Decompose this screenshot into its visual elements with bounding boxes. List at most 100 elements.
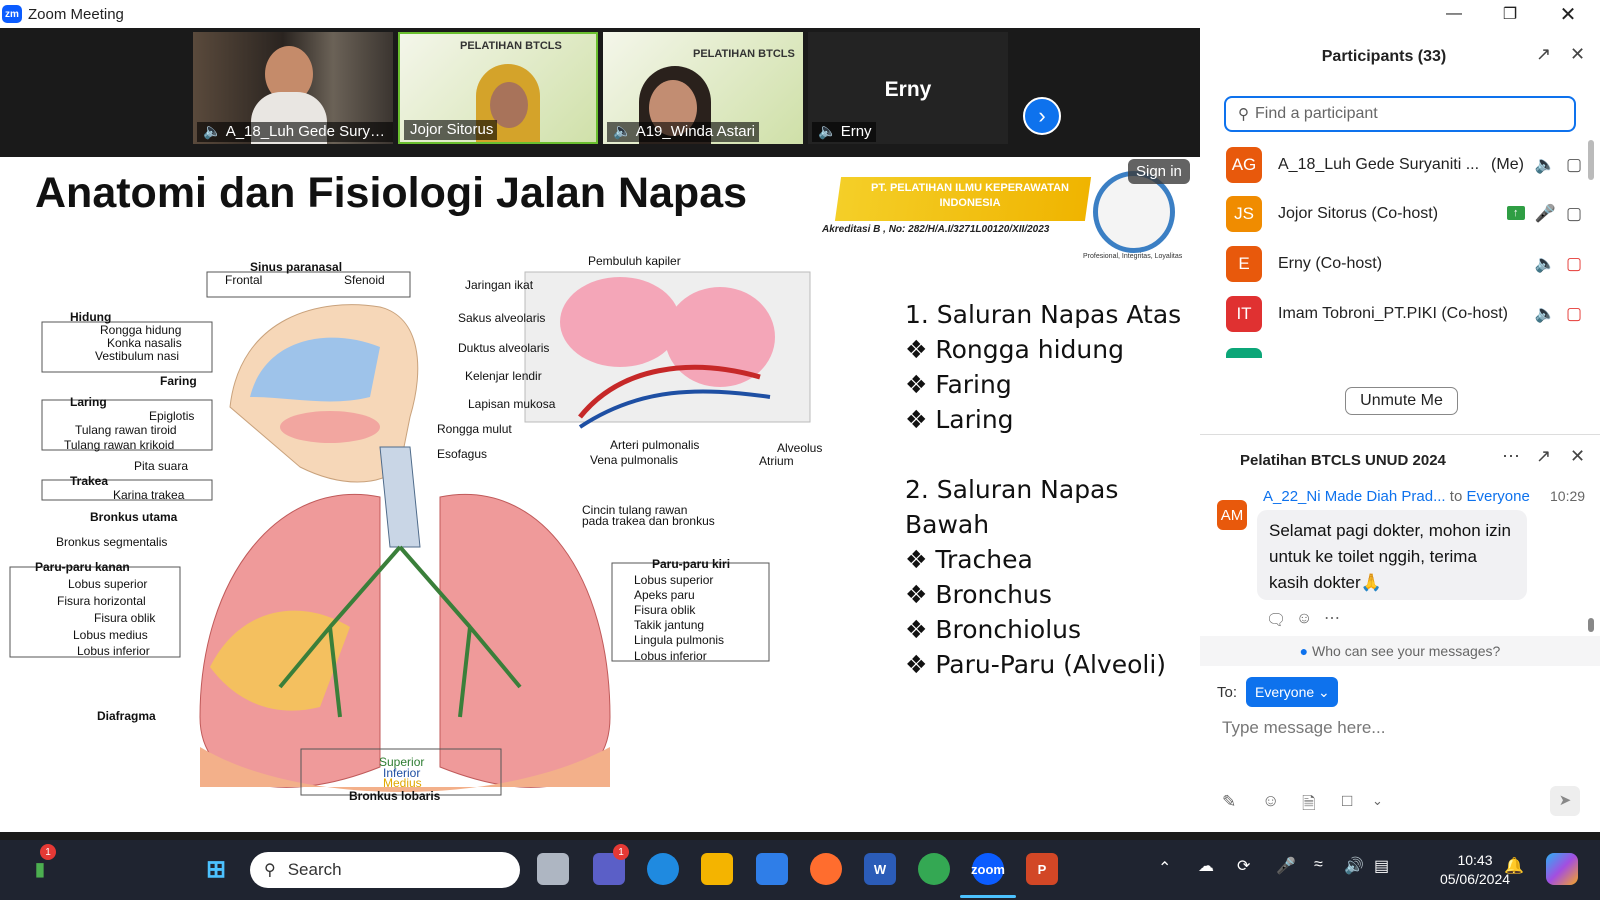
background-text: PELATIHAN BTCLS (693, 48, 795, 60)
file-explorer-icon[interactable] (701, 853, 733, 885)
chevron-down-icon: ⌄ (1318, 684, 1330, 700)
avatar: IT (1226, 296, 1262, 332)
muted-mic-icon: 🔈 (818, 123, 837, 140)
search-placeholder: Find a participant (1255, 105, 1378, 122)
send-icon[interactable]: ➤ (1550, 786, 1580, 816)
mail-icon[interactable] (756, 853, 788, 885)
notification-badge: 1 (613, 844, 629, 860)
diagram-label: Vestibulum nasi (95, 349, 180, 363)
edge-icon[interactable] (647, 853, 679, 885)
firefox-icon[interactable] (810, 853, 842, 885)
camera-icon: ▢ (1565, 155, 1582, 174)
diagram-label: Sfenoid (344, 273, 385, 287)
taskbar-search-label: Search (287, 860, 342, 879)
diagram-label: Konka nasalis (107, 336, 182, 350)
diagram-label: Pembuluh kapiler (588, 254, 681, 268)
close-chat-icon[interactable]: ✕ (1570, 446, 1585, 467)
zoom-logo-icon: zm (2, 5, 22, 23)
video-tile[interactable]: Erny 🔈 Erny (808, 32, 1008, 144)
add-reaction-icon[interactable]: ☺ (1296, 610, 1312, 628)
microphone-icon[interactable]: 🎤 (1276, 856, 1296, 876)
video-name-label: 🔈 Erny (812, 122, 876, 142)
diagram-label: Pita suara (134, 459, 189, 473)
participant-row[interactable]: E Erny (Co-host) 🔈 ▢ (1226, 244, 1582, 284)
diagram-label: Lapisan mukosa (468, 397, 556, 411)
participant-name: Erny (Co-host) (1278, 255, 1383, 272)
video-name-text: Jojor Sitorus (410, 121, 494, 138)
video-name-label: Jojor Sitorus (404, 120, 498, 140)
video-tile[interactable]: PELATIHAN BTCLS Jojor Sitorus (398, 32, 598, 144)
diagram-label: Bronkus utama (90, 510, 178, 524)
divider (1200, 434, 1600, 435)
popout-chat-icon[interactable]: ↗ (1536, 446, 1551, 467)
visibility-link[interactable]: ● Who can see your messages? (1200, 636, 1600, 666)
wifi-icon[interactable]: ≈ (1314, 856, 1323, 874)
participants-scrollbar[interactable] (1588, 140, 1594, 180)
next-page-button[interactable]: › (1023, 97, 1061, 135)
sign-in-button[interactable]: Sign in (1128, 159, 1190, 184)
file-icon[interactable]: 🗎 (1302, 791, 1316, 820)
battery-icon[interactable]: ▤ (1374, 856, 1389, 876)
chat-sender[interactable]: A_22_Ni Made Diah Prad... (1263, 488, 1446, 505)
diagram-label: Alveolus (777, 441, 823, 455)
chat-time: 10:29 (1550, 488, 1586, 504)
diagram-label: Duktus alveolaris (458, 341, 550, 355)
video-name-label: 🔈 A_18_Luh Gede Suryan... (197, 122, 393, 142)
sync-icon[interactable]: ⟳ (1237, 856, 1250, 876)
message-input[interactable]: Type message here... (1222, 718, 1385, 738)
powerpoint-icon[interactable]: P (1026, 853, 1058, 885)
active-app-indicator (960, 895, 1016, 898)
camera-off-icon: ▢ (1565, 304, 1582, 323)
windows-start-icon[interactable]: ⊞ (200, 853, 232, 885)
recipient-dropdown[interactable]: Everyone ⌄ (1246, 677, 1338, 707)
chat-recipient[interactable]: Everyone (1466, 488, 1529, 505)
screenshot-icon[interactable]: □ (1342, 791, 1352, 811)
participant-row[interactable]: AG A_18_Luh Gede Suryaniti ... (Me) 🔈 ▢ (1226, 145, 1582, 185)
chat-message: Selamat pagi dokter, mohon izin untuk ke… (1257, 510, 1527, 600)
side-panel: Participants (33) ↗ ✕ ⚲ Find a participa… (1200, 28, 1600, 832)
minimize-button[interactable]: — (1426, 0, 1482, 28)
more-options-icon[interactable]: ⋯ (1502, 446, 1520, 467)
format-icon[interactable]: ✎ (1222, 792, 1236, 812)
more-icon[interactable]: ⋯ (1324, 608, 1340, 628)
task-view-icon[interactable] (537, 853, 569, 885)
notification-bell-icon[interactable]: 🔔 (1504, 856, 1524, 876)
diagram-label: Jaringan ikat (465, 278, 534, 292)
close-participants-icon[interactable]: ✕ (1570, 44, 1585, 65)
diagram-label: Karina trakea (113, 488, 185, 502)
video-name-label: 🔈 A19_Winda Astari (607, 122, 759, 142)
diagram-label: Arteri pulmonalis (610, 438, 700, 452)
participant-row[interactable]: IT Imam Tobroni_PT.PIKI (Co-host) 🔈 ▢ (1226, 294, 1582, 334)
popout-icon[interactable]: ↗ (1536, 44, 1551, 65)
cloud-icon[interactable]: ☁ (1198, 856, 1214, 876)
chat-sender-line: A_22_Ni Made Diah Prad... to Everyone (1263, 488, 1530, 505)
reply-icon[interactable]: 🗨 (1266, 610, 1286, 630)
restore-button[interactable]: ❐ (1482, 0, 1538, 28)
diagram-label: Faring (160, 374, 197, 388)
video-tile[interactable]: 🔈 A_18_Luh Gede Suryan... (193, 32, 393, 144)
chevron-down-icon[interactable]: ⌄ (1372, 793, 1383, 809)
zoom-taskbar-icon[interactable]: zoom (971, 853, 1005, 885)
copilot-icon[interactable] (1546, 853, 1578, 885)
unmute-me-button[interactable]: Unmute Me (1345, 387, 1458, 415)
close-window-button[interactable]: ✕ (1540, 0, 1596, 28)
motto-text: Profesional, Integritas, Loyalitas (1083, 253, 1183, 260)
left-lung (439, 494, 611, 788)
chrome-icon[interactable] (918, 853, 950, 885)
participant-search-input[interactable]: ⚲ Find a participant (1224, 96, 1576, 132)
participant-row[interactable]: JS Jojor Sitorus (Co-host) ↑ 🎤 ▢ (1226, 194, 1582, 234)
taskbar-search[interactable]: ⚲ Search (250, 852, 520, 888)
chat-scrollbar[interactable] (1588, 618, 1594, 632)
emoji-icon[interactable]: ☺ (1262, 791, 1279, 811)
muted-mic-icon: 🔈 (613, 123, 632, 140)
word-icon[interactable]: W (864, 853, 896, 885)
slide-title: Anatomi dan Fisiologi Jalan Napas (35, 169, 748, 217)
diagram-label: Epiglotis (149, 409, 195, 423)
diagram-label: Esofagus (437, 447, 488, 461)
diagram-label: Diafragma (97, 709, 156, 723)
video-tile[interactable]: PELATIHAN BTCLS 🔈 A19_Winda Astari (603, 32, 803, 144)
diagram-label: Fisura horizontal (57, 594, 146, 608)
trachea (379, 446, 421, 548)
volume-icon[interactable]: 🔊 (1344, 856, 1364, 876)
show-hidden-icons-icon[interactable]: ⌃ (1158, 858, 1171, 878)
